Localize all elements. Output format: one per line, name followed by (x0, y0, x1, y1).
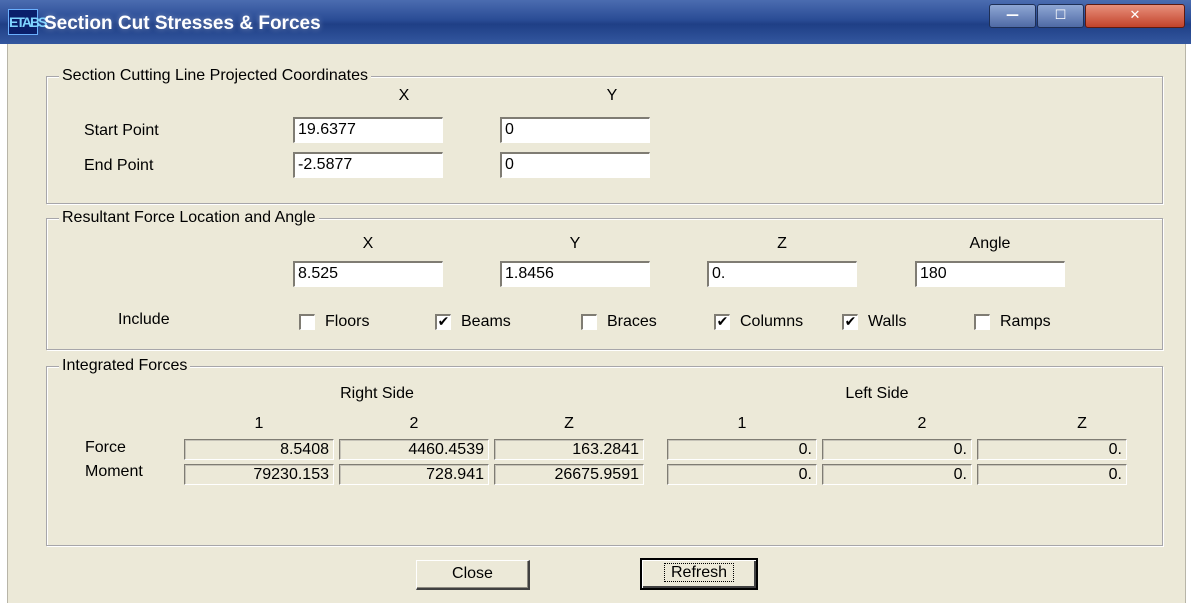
moment-left-1-value: 0. (667, 464, 817, 485)
integrated-forces-title: Integrated Forces (59, 357, 191, 375)
moment-right-1-value: 79230.153 (184, 464, 334, 485)
left-col-2-header: 2 (917, 415, 927, 432)
end-x-field[interactable]: -2.5877 (293, 152, 443, 178)
include-floors-checkbox[interactable]: Floors (299, 313, 399, 335)
start-point-label: Start Point (84, 122, 159, 139)
columns-checkbox-box[interactable]: ✔ (714, 314, 730, 330)
end-y-field[interactable]: 0 (500, 152, 650, 178)
ramps-label: Ramps (1000, 313, 1051, 330)
resultant-x-header: X (362, 235, 374, 252)
include-ramps-checkbox[interactable]: Ramps (974, 313, 1074, 335)
force-right-1-value: 8.5408 (184, 439, 334, 460)
beams-checkbox-box[interactable]: ✔ (435, 314, 451, 330)
ramps-checkbox-box[interactable] (974, 314, 990, 330)
title-bar[interactable]: ETABS Section Cut Stresses & Forces — ☐ … (0, 0, 1191, 44)
refresh-button-label: Refresh (663, 563, 735, 582)
start-y-field[interactable]: 0 (500, 117, 650, 143)
left-side-header: Left Side (845, 385, 909, 402)
resultant-angle-header: Angle (969, 235, 1011, 252)
y-column-header: Y (606, 87, 618, 104)
resultant-force-group: Resultant Force Location and Angle X Y Z… (46, 209, 1163, 350)
maximize-icon: ☐ (1054, 8, 1067, 23)
floors-checkbox-box[interactable] (299, 314, 315, 330)
force-left-z-value: 0. (977, 439, 1127, 460)
maximize-button[interactable]: ☐ (1037, 4, 1084, 28)
right-col-1-header: 1 (254, 415, 264, 432)
section-cutting-group: Section Cutting Line Projected Coordinat… (46, 67, 1163, 204)
resultant-z-header: Z (777, 235, 787, 252)
force-row-label: Force (85, 439, 126, 456)
moment-left-z-value: 0. (977, 464, 1127, 485)
moment-right-2-value: 728.941 (339, 464, 489, 485)
moment-row-label: Moment (85, 463, 143, 480)
resultant-force-title: Resultant Force Location and Angle (59, 209, 319, 227)
floors-label: Floors (325, 313, 370, 330)
close-window-button[interactable]: ✕ (1085, 4, 1185, 28)
walls-label: Walls (868, 313, 907, 330)
resultant-x-field[interactable]: 8.525 (293, 261, 443, 287)
resultant-y-header: Y (569, 235, 581, 252)
minimize-button[interactable]: — (989, 4, 1036, 28)
force-right-2-value: 4460.4539 (339, 439, 489, 460)
end-point-label: End Point (84, 157, 154, 174)
close-icon: ✕ (1129, 8, 1141, 23)
braces-checkbox-box[interactable] (581, 314, 597, 330)
right-col-2-header: 2 (409, 415, 419, 432)
left-col-1-header: 1 (737, 415, 747, 432)
include-label: Include (118, 311, 170, 328)
braces-label: Braces (607, 313, 657, 330)
right-col-z-header: Z (564, 415, 574, 432)
section-cut-window: ETABS Section Cut Stresses & Forces — ☐ … (0, 0, 1191, 603)
window-title: Section Cut Stresses & Forces (44, 13, 321, 34)
section-cutting-title: Section Cutting Line Projected Coordinat… (59, 67, 371, 85)
refresh-button[interactable]: Refresh (640, 558, 758, 590)
close-button[interactable]: Close (416, 560, 530, 590)
x-column-header: X (398, 87, 410, 104)
include-walls-checkbox[interactable]: ✔ Walls (842, 313, 942, 335)
window-controls: — ☐ ✕ (989, 4, 1185, 28)
force-left-1-value: 0. (667, 439, 817, 460)
include-beams-checkbox[interactable]: ✔ Beams (435, 313, 535, 335)
force-left-2-value: 0. (822, 439, 972, 460)
moment-right-z-value: 26675.9591 (494, 464, 644, 485)
include-braces-checkbox[interactable]: Braces (581, 313, 681, 335)
include-columns-checkbox[interactable]: ✔ Columns (714, 313, 834, 335)
resultant-y-field[interactable]: 1.8456 (500, 261, 650, 287)
walls-checkbox-box[interactable]: ✔ (842, 314, 858, 330)
left-col-z-header: Z (1077, 415, 1087, 432)
dialog-body: Section Cutting Line Projected Coordinat… (7, 44, 1186, 603)
beams-label: Beams (461, 313, 511, 330)
columns-label: Columns (740, 313, 804, 330)
force-right-z-value: 163.2841 (494, 439, 644, 460)
integrated-forces-group: Integrated Forces Right Side Left Side 1… (46, 357, 1163, 546)
resultant-angle-field[interactable]: 180 (915, 261, 1065, 287)
etabs-app-icon: ETABS (8, 9, 47, 35)
moment-left-2-value: 0. (822, 464, 972, 485)
right-side-header: Right Side (340, 385, 414, 402)
start-x-field[interactable]: 19.6377 (293, 117, 443, 143)
resultant-z-field[interactable]: 0. (707, 261, 857, 287)
minimize-icon: — (1006, 8, 1019, 23)
